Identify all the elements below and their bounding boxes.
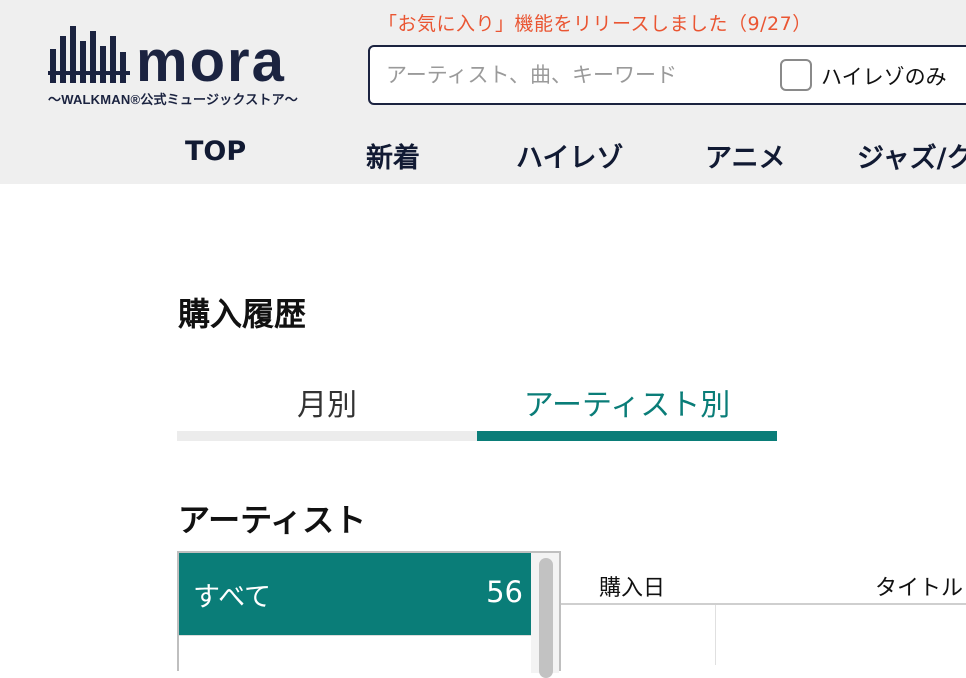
tab-by-artist[interactable]: アーティスト別	[477, 380, 777, 441]
artist-item-all[interactable]: すべて 56	[179, 553, 531, 635]
nav-anime[interactable]: アニメ	[705, 136, 785, 175]
column-header-purchase-date[interactable]: 購入日	[599, 570, 665, 602]
tab-monthly-label: 月別	[297, 388, 357, 423]
mora-logo[interactable]: mora 〜WALKMAN®公式ミュージックストア〜	[48, 22, 332, 110]
logo-wordmark: mora	[136, 29, 286, 88]
artist-list-scrollbar[interactable]	[531, 553, 559, 678]
hires-only-label[interactable]: ハイレゾのみ	[821, 61, 947, 91]
scrollbar-thumb[interactable]	[539, 558, 553, 678]
page-title: 購入履歴	[178, 295, 307, 333]
announcement-link[interactable]: 「お気に入り」機能をリリースしました（9/27）	[378, 9, 812, 36]
site-header: mora 〜WALKMAN®公式ミュージックストア〜 「お気に入り」機能をリリー…	[0, 0, 966, 184]
hires-only-checkbox[interactable]	[780, 59, 812, 91]
search-input[interactable]	[386, 57, 766, 93]
nav-jazz[interactable]: ジャズ/ク	[857, 136, 966, 175]
tab-by-artist-label: アーティスト別	[523, 388, 731, 423]
logo-tagline: 〜WALKMAN®公式ミュージックストア〜	[48, 92, 299, 107]
purchase-table-header: 購入日 タイトル	[561, 558, 966, 605]
nav-hires[interactable]: ハイレゾ	[516, 136, 623, 175]
column-header-title[interactable]: タイトル	[875, 570, 963, 602]
history-tabs: 月別 アーティスト別	[177, 380, 777, 441]
table-column-divider	[715, 605, 716, 665]
tab-by-artist-underline	[477, 431, 777, 441]
artist-list: すべて 56	[177, 551, 561, 678]
nav-new[interactable]: 新着	[366, 136, 420, 175]
mora-logo-mark: mora	[48, 26, 286, 88]
artist-item-name: すべて	[193, 582, 272, 613]
main-nav: TOP 新着 ハイレゾ アニメ ジャズ/ク	[0, 133, 966, 177]
tab-monthly-underline	[177, 431, 477, 441]
search-box: ハイレゾのみ	[368, 45, 966, 105]
nav-top[interactable]: TOP	[185, 136, 246, 167]
artist-item[interactable]	[179, 635, 531, 675]
artist-item-count: 56	[486, 575, 523, 609]
tab-monthly[interactable]: 月別	[177, 380, 477, 441]
artist-section-title: アーティスト	[178, 501, 367, 539]
